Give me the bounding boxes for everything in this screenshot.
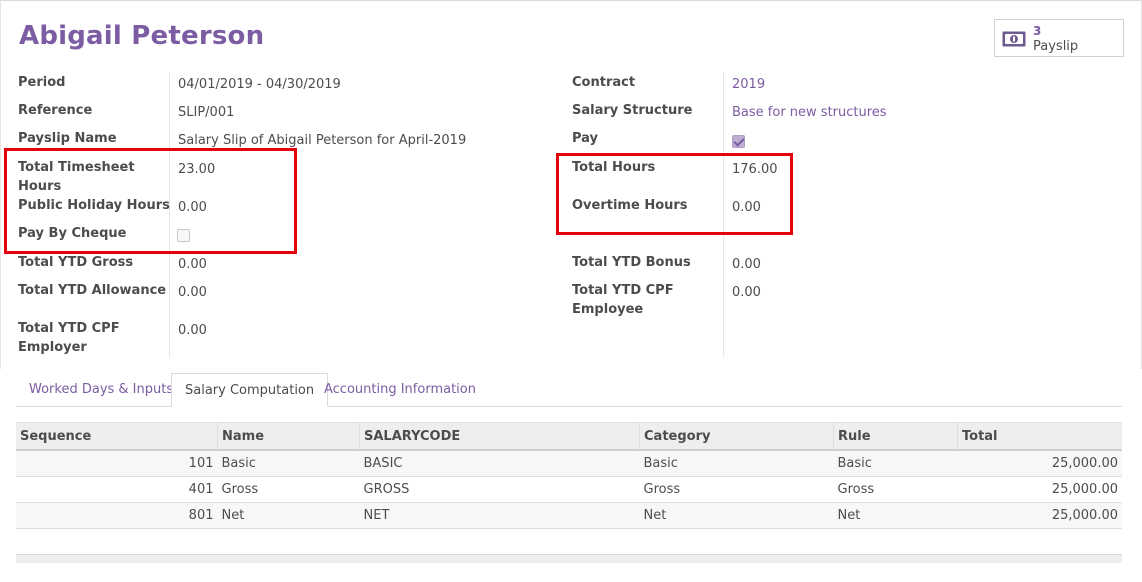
total-ytd-cpf-employee-label-line2: Employee [572, 302, 644, 317]
highlight-box-left [4, 148, 297, 254]
column-header-rule[interactable]: Rule [833, 422, 958, 451]
column-header-total[interactable]: Total [957, 422, 1122, 451]
cell-name: Gross [217, 476, 360, 503]
reference-label: Reference [18, 103, 93, 118]
payslip-name-label: Payslip Name [18, 131, 117, 146]
tab-worked-days-inputs[interactable]: Worked Days & Inputs [16, 373, 186, 406]
reference-value[interactable]: SLIP/001 [178, 103, 234, 122]
tab-accounting-information[interactable]: Accounting Information [311, 373, 489, 406]
total-ytd-cpf-employer-label-line2: Employer [18, 340, 87, 355]
pay-label: Pay [572, 131, 599, 146]
salary-structure-label: Salary Structure [572, 103, 693, 118]
payslip-form-sheet: Abigail Peterson 3 Payslip Period 04/01/… [0, 0, 1142, 369]
column-header-category[interactable]: Category [639, 422, 834, 451]
table-row[interactable]: 101 Basic BASIC Basic Basic 25,000.00 [16, 450, 1122, 477]
cell-category: Net [639, 502, 834, 529]
total-ytd-allowance-label: Total YTD Allowance [18, 283, 167, 298]
notebook-tabs: Worked Days & Inputs Salary Computation … [16, 373, 1122, 407]
cell-name: Basic [217, 450, 360, 477]
money-icon [1002, 31, 1026, 47]
payslip-count: 3 [1033, 24, 1042, 38]
salary-structure-link[interactable]: Base for new structures [732, 103, 887, 122]
payslip-label: Payslip [1033, 39, 1079, 54]
table-row[interactable]: 401 Gross GROSS Gross Gross 25,000.00 [16, 476, 1122, 503]
total-ytd-bonus-value[interactable]: 0.00 [732, 255, 761, 274]
highlight-box-right [556, 153, 793, 235]
cell-total: 25,000.00 [957, 450, 1122, 477]
column-header-name[interactable]: Name [217, 422, 360, 451]
cell-sequence: 101 [16, 450, 218, 477]
total-ytd-cpf-employer-value[interactable]: 0.00 [178, 321, 207, 340]
cell-salarycode: BASIC [359, 450, 640, 477]
table-footer-bar [16, 554, 1122, 563]
cell-total: 25,000.00 [957, 502, 1122, 529]
cell-name: Net [217, 502, 360, 529]
cell-category: Gross [639, 476, 834, 503]
cell-sequence: 401 [16, 476, 218, 503]
total-ytd-gross-label: Total YTD Gross [18, 255, 134, 270]
column-header-salarycode[interactable]: SALARYCODE [359, 422, 640, 451]
total-ytd-cpf-employer-label-line1: Total YTD CPF [18, 321, 120, 336]
total-ytd-cpf-employee-value[interactable]: 0.00 [732, 283, 761, 302]
contract-link[interactable]: 2019 [732, 75, 765, 94]
cell-sequence: 801 [16, 502, 218, 529]
table-row[interactable]: 801 Net NET Net Net 25,000.00 [16, 502, 1122, 529]
total-ytd-cpf-employer-label: Total YTD CPF Employer [18, 319, 120, 357]
period-label: Period [18, 75, 66, 90]
pay-checkbox[interactable] [732, 135, 745, 148]
total-ytd-cpf-employee-label-line1: Total YTD CPF [572, 283, 674, 298]
cell-rule: Gross [833, 476, 958, 503]
cell-salarycode: NET [359, 502, 640, 529]
cell-rule: Basic [833, 450, 958, 477]
page-title: Abigail Peterson [19, 21, 265, 51]
period-value[interactable]: 04/01/2019 - 04/30/2019 [178, 75, 341, 94]
total-ytd-bonus-label: Total YTD Bonus [572, 255, 691, 270]
cell-rule: Net [833, 502, 958, 529]
cell-salarycode: GROSS [359, 476, 640, 503]
salary-computation-table: Sequence Name SALARYCODE Category Rule T… [16, 422, 1122, 529]
tab-salary-computation[interactable]: Salary Computation [171, 373, 329, 407]
table-header-row: Sequence Name SALARYCODE Category Rule T… [16, 422, 1122, 451]
total-ytd-cpf-employee-label: Total YTD CPF Employee [572, 281, 674, 319]
total-ytd-allowance-value[interactable]: 0.00 [178, 283, 207, 302]
cell-category: Basic [639, 450, 834, 477]
cell-total: 25,000.00 [957, 476, 1122, 503]
total-ytd-gross-value[interactable]: 0.00 [178, 255, 207, 274]
column-header-sequence[interactable]: Sequence [16, 422, 218, 451]
payslip-smart-button[interactable]: 3 Payslip [994, 19, 1124, 57]
contract-label: Contract [572, 75, 636, 90]
